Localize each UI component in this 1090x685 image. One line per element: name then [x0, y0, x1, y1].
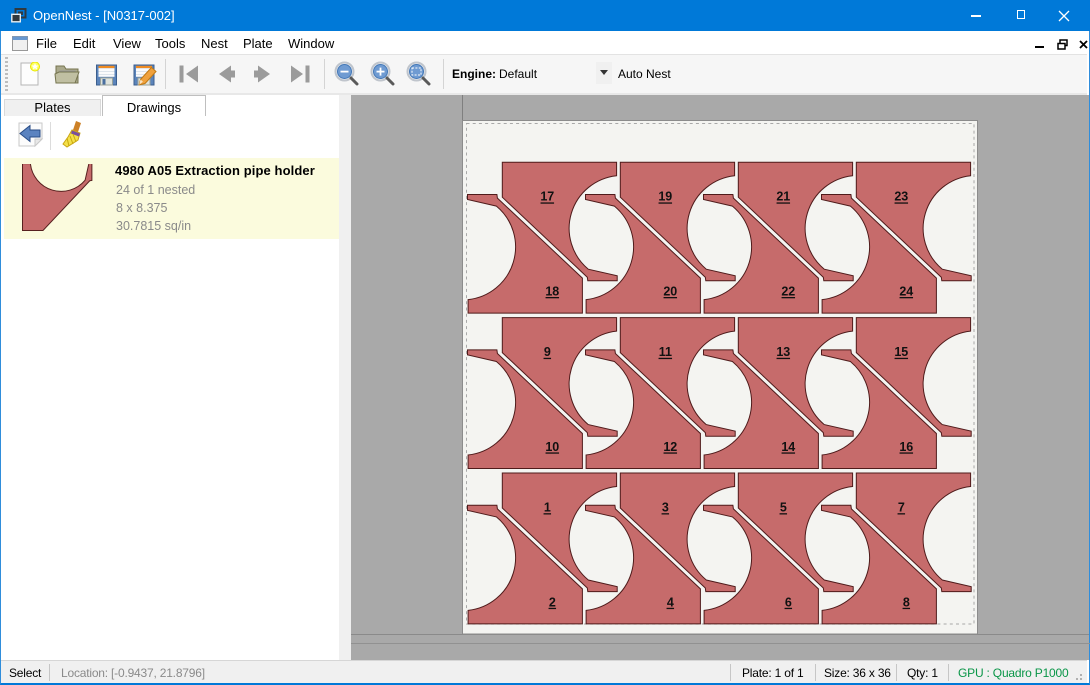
svg-text:10: 10 — [545, 440, 559, 454]
svg-text:14: 14 — [781, 440, 795, 454]
svg-text:7: 7 — [898, 501, 905, 515]
svg-text:24: 24 — [899, 285, 913, 299]
svg-text:4: 4 — [667, 596, 674, 610]
svg-text:1: 1 — [544, 501, 551, 515]
svg-text:20: 20 — [663, 285, 677, 299]
svg-text:6: 6 — [785, 596, 792, 610]
svg-text:3: 3 — [662, 501, 669, 515]
svg-text:2: 2 — [549, 596, 556, 610]
svg-text:16: 16 — [899, 440, 913, 454]
svg-text:21: 21 — [776, 190, 790, 204]
svg-text:13: 13 — [776, 345, 790, 359]
svg-text:17: 17 — [540, 190, 554, 204]
svg-text:18: 18 — [545, 285, 559, 299]
svg-text:22: 22 — [781, 285, 795, 299]
svg-text:5: 5 — [780, 501, 787, 515]
svg-text:8: 8 — [903, 596, 910, 610]
svg-text:19: 19 — [658, 190, 672, 204]
svg-text:9: 9 — [544, 345, 551, 359]
svg-text:15: 15 — [894, 345, 908, 359]
svg-text:11: 11 — [659, 345, 672, 359]
svg-text:12: 12 — [663, 440, 677, 454]
svg-text:23: 23 — [894, 190, 908, 204]
